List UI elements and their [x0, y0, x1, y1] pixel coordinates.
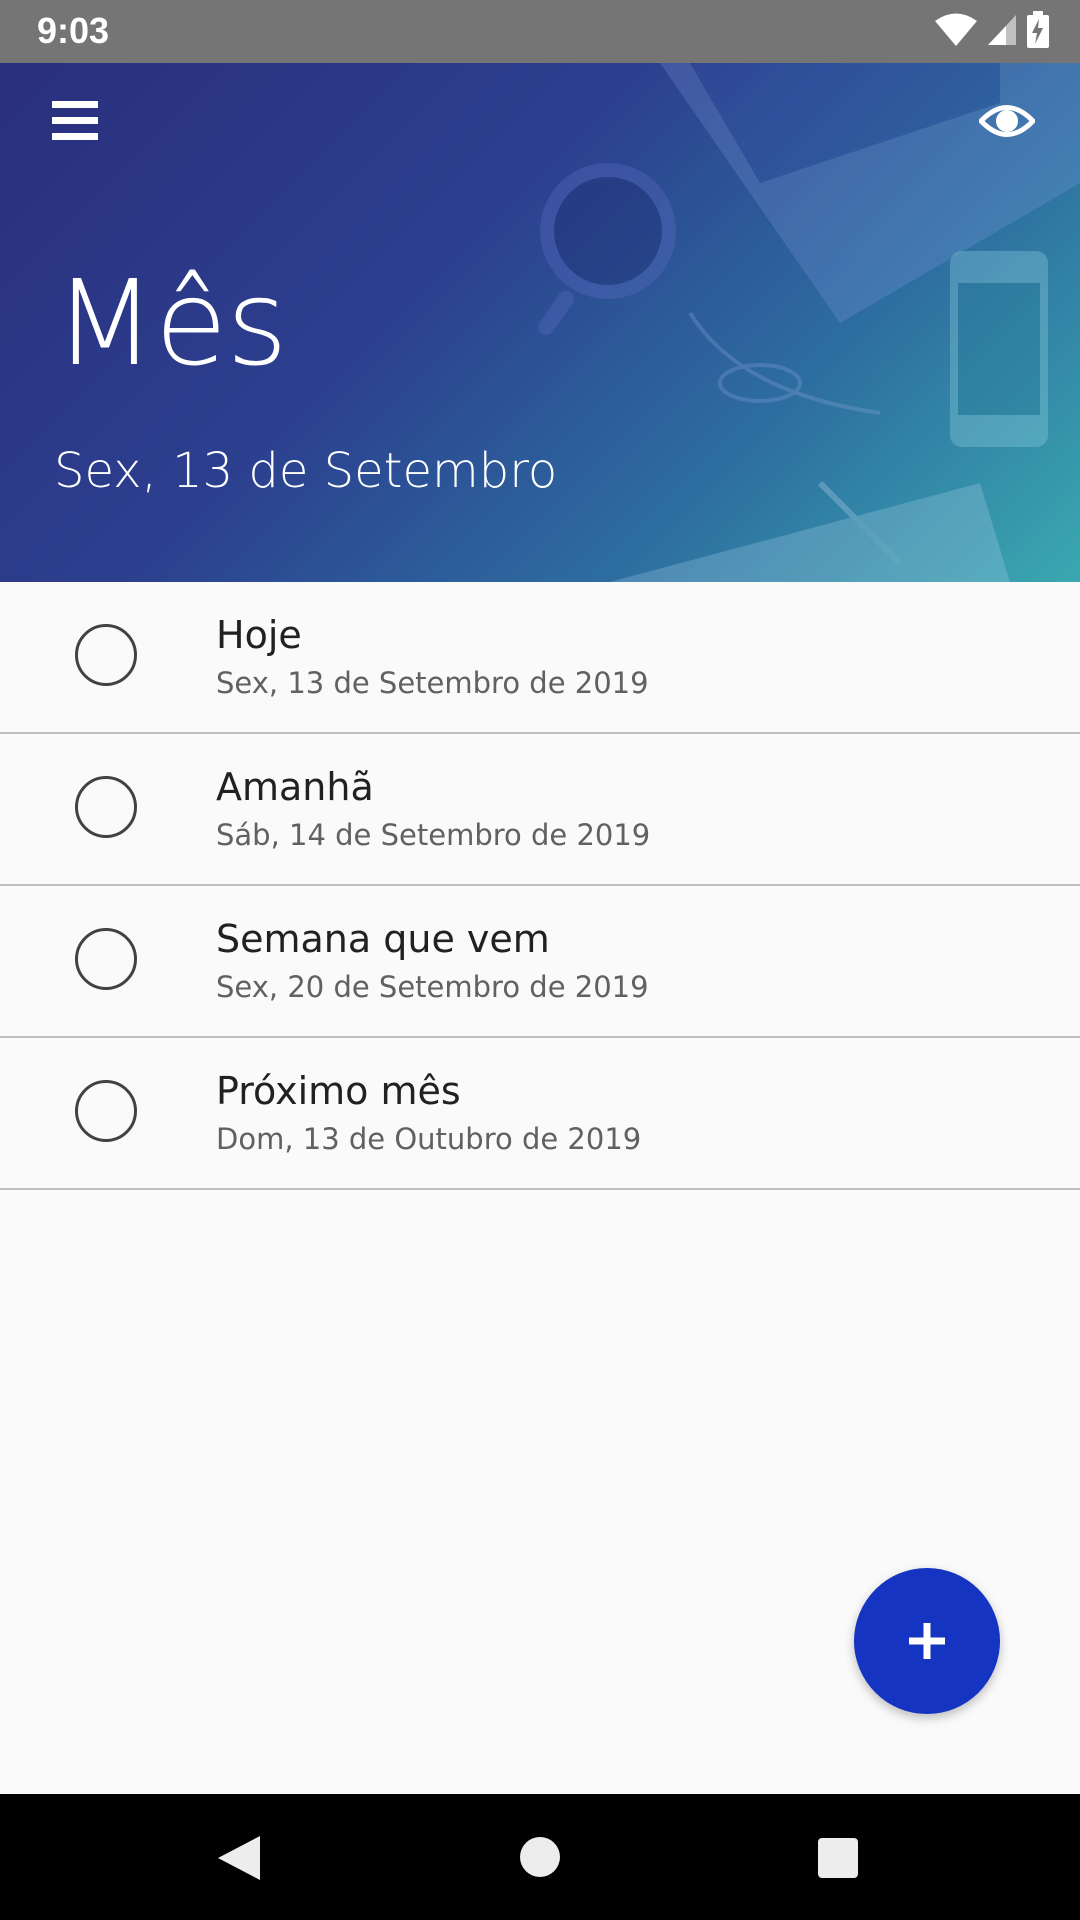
list-item-tomorrow[interactable]: Amanhã Sáb, 14 de Setembro de 2019: [0, 734, 1080, 886]
radio-button[interactable]: [75, 624, 137, 686]
list-item-date: Sex, 20 de Setembro de 2019: [216, 970, 649, 1004]
plus-icon: [909, 1623, 945, 1659]
radio-button[interactable]: [75, 776, 137, 838]
list-item-title: Hoje: [216, 613, 302, 657]
menu-button[interactable]: [44, 92, 106, 150]
cell-signal-icon: [986, 13, 1018, 51]
status-icons: [934, 11, 1050, 53]
list-item-today[interactable]: Hoje Sex, 13 de Setembro de 2019: [0, 582, 1080, 734]
visibility-toggle-button[interactable]: [972, 92, 1042, 150]
navigation-bar: [0, 1794, 1080, 1920]
screen: 9:03 Mês Sex, 13 de Setembro Hoje Sex, 1…: [0, 0, 1080, 1920]
status-time: 9:03: [37, 10, 110, 51]
list-item-date: Dom, 13 de Outubro de 2019: [216, 1122, 642, 1156]
eye-icon: [979, 105, 1035, 137]
list-item-next-month[interactable]: Próximo mês Dom, 13 de Outubro de 2019: [0, 1038, 1080, 1190]
radio-button[interactable]: [75, 1080, 137, 1142]
radio-button[interactable]: [75, 928, 137, 990]
page-subtitle: Sex, 13 de Setembro: [54, 443, 558, 499]
page-title: Mês: [54, 254, 288, 392]
recents-icon[interactable]: [818, 1838, 858, 1878]
list-item-title: Próximo mês: [216, 1069, 461, 1113]
back-icon[interactable]: [216, 1834, 262, 1882]
home-icon[interactable]: [520, 1837, 560, 1877]
list-item-title: Amanhã: [216, 765, 374, 809]
battery-charging-icon: [1026, 11, 1050, 53]
status-bar: 9:03: [0, 0, 1080, 63]
list-item-date: Sex, 13 de Setembro de 2019: [216, 666, 649, 700]
date-option-list: Hoje Sex, 13 de Setembro de 2019 Amanhã …: [0, 582, 1080, 1190]
list-item-date: Sáb, 14 de Setembro de 2019: [216, 818, 651, 852]
header-banner: Mês Sex, 13 de Setembro: [0, 63, 1080, 582]
list-item-title: Semana que vem: [216, 917, 550, 961]
hamburger-menu-icon: [52, 101, 98, 140]
wifi-icon: [934, 12, 978, 52]
add-button[interactable]: [854, 1568, 1000, 1714]
list-item-next-week[interactable]: Semana que vem Sex, 20 de Setembro de 20…: [0, 886, 1080, 1038]
